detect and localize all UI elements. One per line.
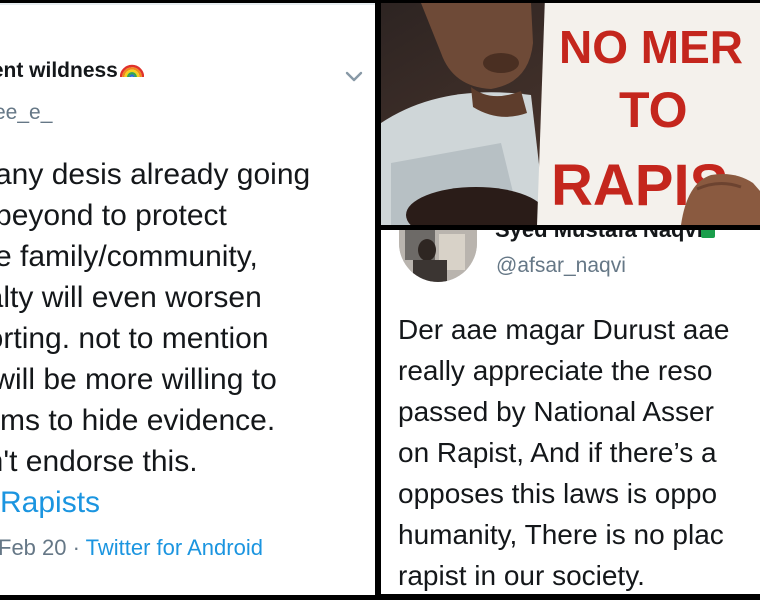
tweet-line: passed by National Asser xyxy=(398,396,714,427)
tweet-author-name[interactable]: Syed Mustafa Naqvi xyxy=(495,230,703,243)
avatar-image xyxy=(399,230,477,282)
tweet-line: opposes this laws is oppo xyxy=(398,478,718,509)
hashtag-link[interactable]: ildRapists xyxy=(0,482,370,523)
right-tweet-card: Syed Mustafa Naqvi @afsar_naqvi Der aae … xyxy=(381,230,760,594)
tweet-line: really appreciate the reso xyxy=(398,355,713,386)
rainbow-icon xyxy=(119,64,144,78)
protest-photo: NO MER TO RAPIS xyxy=(381,3,760,225)
tweet-line: the family/community, xyxy=(0,240,258,273)
left-tweet-card: ient wildness ee_e_ many desis already g… xyxy=(0,3,375,595)
tweet-line: porting. not to mention xyxy=(0,322,269,355)
author-name-text: ient wildness xyxy=(0,59,118,82)
tweet-body: many desis already going d beyond to pro… xyxy=(0,154,370,523)
tweet-line: on Rapist, And if there’s a xyxy=(398,437,717,468)
tweet-author-handle[interactable]: ee_e_ xyxy=(0,101,52,125)
divider xyxy=(0,3,375,5)
tweet-line: rapist in our society. xyxy=(398,560,645,591)
tweet-author-handle[interactable]: @afsar_naqvi xyxy=(496,254,626,278)
tweet-line: nalty will even worsen xyxy=(0,281,262,314)
sign-line-2: TO xyxy=(619,82,688,138)
tweet-line: ctims to hide evidence. xyxy=(0,404,276,437)
tweet-line: d beyond to protect xyxy=(0,199,227,232)
tweet-date[interactable]: Feb 20 · xyxy=(0,535,80,560)
tweet-line: many desis already going xyxy=(0,158,311,191)
avatar[interactable] xyxy=(399,230,477,282)
verified-icon xyxy=(701,230,715,238)
tweet-source-link[interactable]: Twitter for Android xyxy=(86,535,263,560)
tweet-line: s will be more willing to xyxy=(0,363,277,396)
protest-photo-illustration: NO MER TO RAPIS xyxy=(381,3,760,225)
chevron-down-icon[interactable] xyxy=(343,69,365,85)
tweet-body: Der aae magar Durust aae really apprecia… xyxy=(398,309,760,594)
tweet-line: humanity, There is no plac xyxy=(398,519,724,550)
sign-line-1: NO MER xyxy=(559,21,743,73)
tweet-line: Der aae magar Durust aae xyxy=(398,314,730,345)
tweet-meta: Feb 20 · Twitter for Android xyxy=(0,535,263,561)
tweet-line: on't endorse this. xyxy=(0,445,198,478)
tweet-author-name[interactable]: ient wildness xyxy=(0,59,144,83)
